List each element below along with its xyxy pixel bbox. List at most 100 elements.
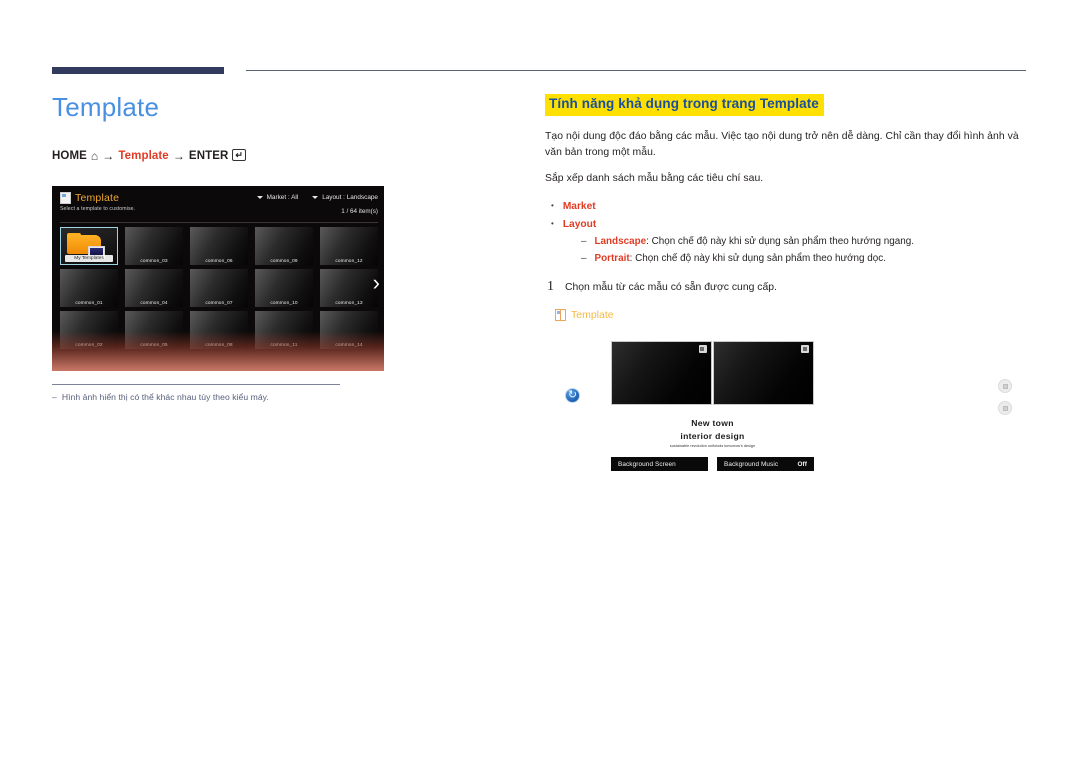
breadcrumb-home: HOME [52,150,87,163]
caption-line-2: interior design [680,431,745,441]
background-screen-button[interactable]: Background Screen [611,457,708,471]
editor-tool-button-1[interactable] [998,379,1012,393]
template-tile-label: common_07 [205,300,233,306]
tv-header: Template Select a template to customise. [52,186,384,222]
template-tile[interactable]: common_12 [320,227,378,265]
template-tile-label: common_04 [140,300,168,306]
bullet-market-label: Market [562,201,596,213]
item-count: 1 / 64 item(s) [341,208,378,215]
sub-bullet-dash-icon: – [581,235,587,247]
portrait-desc: : Chọn chế độ này khi sử dụng sản phẩm t… [629,252,886,264]
template-tile-label: common_13 [335,300,363,306]
template-tile[interactable]: common_10 [255,269,313,307]
chevron-down-icon [312,196,319,199]
section-heading: Tính năng khả dụng trong trang Template [545,94,824,116]
template-tile-label: common_14 [335,342,363,348]
intro-paragraph: Tạo nội dung độc đáo bằng các mẫu. Việc … [545,130,1019,158]
my-templates-tile[interactable]: My Templates [60,227,118,265]
template-tile[interactable]: common_06 [190,227,248,265]
template-list-screenshot: Template Select a template to customise.… [52,186,384,371]
template-tile-label: common_01 [75,300,103,306]
market-filter[interactable]: Market : All [256,194,299,201]
note-dash: – [52,392,57,402]
image-icon [698,345,707,353]
template-grid-row: My Templates common_03 common_06 common_… [60,227,384,265]
home-icon: ⌂ [90,149,99,164]
layout-filter[interactable]: Layout : Landscape [312,194,378,201]
template-tile[interactable]: common_09 [255,227,313,265]
template-tile-label: common_08 [205,342,233,348]
page-title: Template [52,92,160,122]
right-column: Tính năng khả dụng trong trang Template … [545,94,1030,296]
step-item: 1 Chọn mẫu từ các mẫu có sẵn được cung c… [547,279,1030,296]
background-music-value: Off [797,460,807,468]
header-accent-bar [52,67,224,74]
portrait-label: Portrait [594,252,630,264]
next-page-chevron-icon[interactable]: › [373,272,380,294]
template-tile[interactable]: common_02 [60,311,118,349]
template-tile-label: common_09 [270,258,298,264]
bullet-market: • Market [551,198,1030,215]
template-doc-icon [555,309,566,321]
bullet-dot-icon: • [551,218,554,228]
breadcrumb: HOME ⌂ → Template → ENTER ↵ [52,149,492,163]
step-text: Chọn mẫu từ các mẫu có sẵn được cung cấp… [565,282,777,293]
template-tile-label: common_03 [140,258,168,264]
editor-header: Template [555,309,614,321]
image-icon [801,345,809,353]
bullet-layout-label: Layout [562,218,597,230]
template-editor-screenshot: Template New town interior design sustai… [545,305,1030,485]
breadcrumb-arrow-2: → [172,149,185,164]
template-tile[interactable]: common_08 [190,311,248,349]
template-grid: My Templates common_03 common_06 common_… [60,227,384,349]
tv-screen-title: Template [75,192,120,204]
landscape-desc: : Chọn chế độ này khi sử dụng sản phẩm t… [646,235,914,247]
template-grid-row: common_02 common_05 common_08 common_11 … [60,311,384,349]
editor-canvas [611,341,814,405]
sub-bullet-dash-icon: – [581,252,587,264]
criteria-list: • Market • Layout – Landscape: Chọn chế … [545,198,1030,267]
editor-button-row: Background Screen Background Music Off [611,457,814,471]
sub-bullet-landscape: – Landscape: Chọn chế độ này khi sử dụng… [581,233,1030,250]
header-rule-line [246,70,1026,72]
chevron-down-icon [256,196,263,199]
enter-key-icon: ↵ [232,149,247,162]
breadcrumb-template: Template [118,150,169,163]
note-rule [52,384,340,385]
landscape-label: Landscape [594,235,647,247]
template-tile[interactable]: common_05 [125,311,183,349]
template-tile[interactable]: common_01 [60,269,118,307]
template-tile[interactable]: common_03 [125,227,183,265]
refresh-icon[interactable] [565,388,580,403]
tv-screen-subtitle: Select a template to customise. [60,206,136,212]
template-tile[interactable]: common_13 [320,269,378,307]
background-music-button[interactable]: Background Music Off [717,457,814,471]
background-music-label: Background Music [724,460,779,468]
image-placeholder-right[interactable] [713,341,814,405]
bullet-layout: • Layout [551,216,1030,233]
breadcrumb-arrow-1: → [102,149,115,164]
template-tile[interactable]: common_07 [190,269,248,307]
template-doc-icon [60,192,71,204]
editor-title: Template [571,309,614,321]
left-column: Template HOME ⌂ → Template → ENTER ↵ [52,92,492,163]
template-tile[interactable]: common_11 [255,311,313,349]
caption-line-3: sustainable revolution unifolods tomorro… [669,444,756,448]
breadcrumb-enter: ENTER [188,150,229,163]
sorting-paragraph: Sắp xếp danh sách mẫu bằng các tiêu chí … [545,173,764,185]
editor-tool-button-2[interactable] [998,401,1012,415]
step-number: 1 [547,279,554,294]
template-tile-label: common_06 [205,258,233,264]
caption-line-1: New town [691,418,734,428]
template-tile[interactable]: common_04 [125,269,183,307]
template-tile[interactable]: common_14 [320,311,378,349]
template-tile-label: common_12 [335,258,363,264]
note-text: Hình ảnh hiển thị có thể khác nhau tùy t… [61,392,269,402]
layout-filter-label: Layout : Landscape [322,194,378,201]
market-filter-label: Market : All [266,194,299,201]
template-tile-label: common_10 [270,300,298,306]
template-grid-row: common_01 common_04 common_07 common_10 … [60,269,384,307]
sub-bullet-portrait: – Portrait: Chọn chế độ này khi sử dụng … [581,250,1030,267]
figure-note: – Hình ảnh hiển thị có thể khác nhau tùy… [52,392,392,402]
image-placeholder-left[interactable] [611,341,712,405]
